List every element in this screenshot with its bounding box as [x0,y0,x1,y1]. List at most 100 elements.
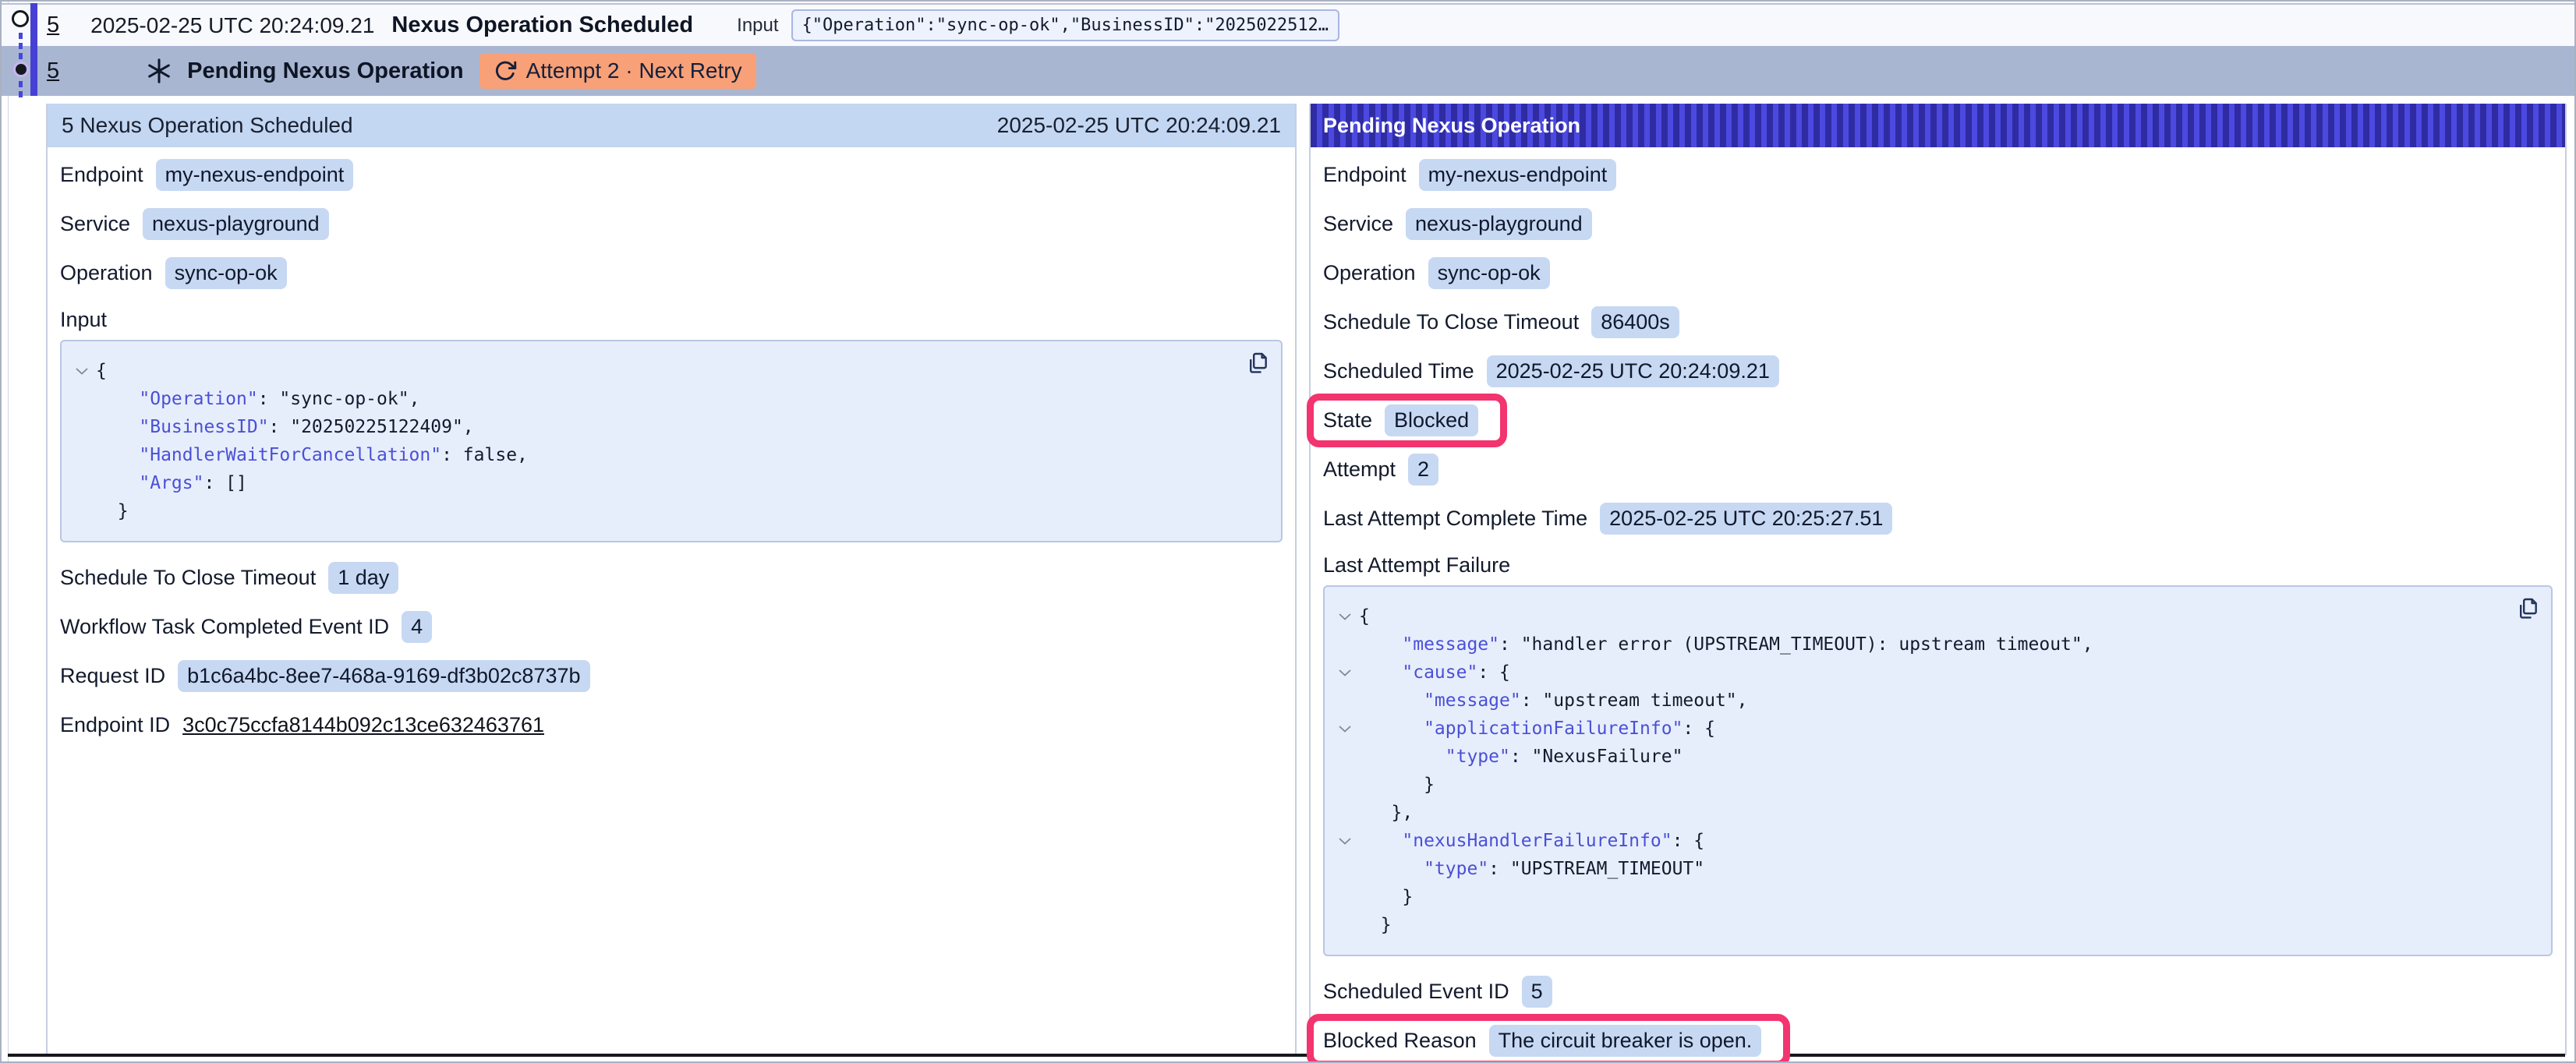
json-text: }, [1392,799,1414,827]
collapse-chevron-icon[interactable] [1331,838,1359,845]
blocked-reason-annotation-highlight: Blocked Reason The circuit breaker is op… [1307,1014,1790,1063]
field-input-label: Input [60,304,1283,335]
retry-attempt-badge: Attempt 2 · Next Retry [479,53,756,89]
collapse-chevron-icon[interactable] [68,368,96,375]
pending-nexus-operation-panel: Pending Nexus Operation Endpoint my-nexu… [1309,104,2567,1055]
field-label: Operation [1323,261,1416,285]
retry-badge-label: Attempt 2 · Next Retry [526,58,742,83]
event-detail-label: Input [737,15,778,37]
selected-event-accent-bar [30,3,37,96]
state-value-chip: Blocked [1385,404,1478,436]
json-key: "applicationFailureInfo" [1424,715,1683,743]
json-text: : "sync-op-ok", [258,385,420,413]
field-label: Endpoint [1323,163,1407,187]
json-key: "message" [1424,687,1521,715]
field-label: Attempt [1323,457,1396,482]
event-row-pending[interactable]: 5 Pending Nexus Operation Attempt 2 · Ne… [2,46,2574,96]
field-value-chip: sync-op-ok [165,257,287,289]
field-value-chip: b1c6a4bc-8ee7-468a-9169-df3b02c8737b [178,660,589,692]
field-label: Last Attempt Complete Time [1323,507,1587,531]
field-endpoint: Endpoint my-nexus-endpoint [60,157,1283,193]
field-label: Request ID [60,664,165,688]
json-text: : "NexusFailure" [1510,743,1683,771]
retry-icon [494,59,517,83]
event-input-preview-chip[interactable]: {"Operation":"sync-op-ok","BusinessID":"… [791,9,1340,41]
collapse-chevron-icon[interactable] [1331,726,1359,733]
nexus-asterisk-icon [145,57,173,85]
json-key: "type" [1424,855,1488,883]
json-key: "cause" [1402,659,1477,687]
json-text: { [1359,602,1370,630]
field-value-chip: my-nexus-endpoint [1419,159,1617,191]
field-label: Schedule To Close Timeout [60,566,316,590]
timeline-event-dot-selected[interactable] [13,62,29,77]
field-label: Last Attempt Failure [1323,553,1510,577]
field-service: Service nexus-playground [60,206,1283,242]
field-label: Scheduled Event ID [1323,980,1509,1004]
field-attempt: Attempt 2 [1323,451,2553,488]
event-timestamp: 2025-02-25 UTC 20:24:09.21 [90,13,374,38]
field-value-chip: 4 [402,611,432,643]
field-value-chip: my-nexus-endpoint [156,159,354,191]
input-json-viewer: { "Operation": "sync-op-ok", "BusinessID… [60,340,1283,542]
json-text: : "UPSTREAM_TIMEOUT" [1488,855,1704,883]
timeline-event-dot-hollow[interactable] [12,10,29,27]
field-value-chip: nexus-playground [1406,208,1592,240]
left-panel-timestamp: 2025-02-25 UTC 20:24:09.21 [997,113,1281,138]
field-label: Input [60,308,107,332]
collapse-chevron-icon[interactable] [1331,613,1359,620]
field-value-chip: 5 [1522,976,1552,1008]
json-key: "BusinessID" [139,413,268,441]
field-schedule-to-close-timeout: Schedule To Close Timeout 86400s [1323,304,2553,341]
field-scheduled-time: Scheduled Time 2025-02-25 UTC 20:24:09.2… [1323,353,2553,390]
json-key: "nexusHandlerFailureInfo" [1402,827,1672,855]
json-text: : { [1477,659,1510,687]
event-row-scheduled[interactable]: 5 2025-02-25 UTC 20:24:09.21 Nexus Opera… [2,3,2574,46]
state-annotation-highlight: State Blocked [1307,394,1507,447]
right-panel-title: Pending Nexus Operation [1323,114,1580,138]
collapse-chevron-icon[interactable] [1331,669,1359,676]
json-text: : { [1672,827,1705,855]
field-last-attempt-complete-time: Last Attempt Complete Time 2025-02-25 UT… [1323,500,2553,537]
timeline-dash [19,81,23,87]
field-state: State Blocked [1323,402,2553,439]
event-detail-panel-scheduled: 5 Nexus Operation Scheduled 2025-02-25 U… [46,104,1297,1055]
field-endpoint-id: Endpoint ID 3c0c75ccfa8144b092c13ce63246… [60,707,1283,743]
json-text: } [1424,771,1435,799]
field-value-chip: 2025-02-25 UTC 20:25:27.51 [1600,503,1892,535]
right-panel-header: Pending Nexus Operation [1311,104,2565,147]
json-text: : "handler error (UPSTREAM_TIMEOUT): ups… [1499,630,2093,659]
field-label: Workflow Task Completed Event ID [60,615,389,639]
field-value-chip: sync-op-ok [1428,257,1550,289]
event-id-link[interactable]: 5 [47,12,59,38]
json-key: "Operation" [139,385,257,413]
temporal-event-history-screen: 5 2025-02-25 UTC 20:24:09.21 Nexus Opera… [0,0,2576,1063]
event-name: Nexus Operation Scheduled [391,12,693,38]
json-text: : { [1683,715,1715,743]
timeline-dash [19,91,23,97]
endpoint-id-link[interactable]: 3c0c75ccfa8144b092c13ce632463761 [182,713,544,737]
field-request-id: Request ID b1c6a4bc-8ee7-468a-9169-df3b0… [60,658,1283,694]
json-text: : [] [203,469,246,497]
json-key: "message" [1402,630,1499,659]
field-value-chip: nexus-playground [143,208,329,240]
field-value-chip: 86400s [1591,306,1679,338]
field-label: Endpoint ID [60,713,170,737]
json-text: : false, [441,441,528,469]
field-operation: Operation sync-op-ok [60,255,1283,291]
event-id-link[interactable]: 5 [47,58,59,84]
field-last-attempt-failure-label: Last Attempt Failure [1323,549,2553,581]
field-value-chip: 2 [1408,454,1438,486]
field-operation: Operation sync-op-ok [1323,255,2553,291]
field-label: Service [60,212,130,236]
pending-event-name: Pending Nexus Operation [187,58,464,84]
field-value-chip: 2025-02-25 UTC 20:24:09.21 [1487,355,1779,387]
field-schedule-to-close-timeout: Schedule To Close Timeout 1 day [60,560,1283,596]
json-text: } [1402,883,1413,911]
copy-icon[interactable] [2515,596,2540,621]
field-value-chip: 1 day [328,562,398,594]
copy-icon[interactable] [1245,351,1270,376]
left-panel-header: 5 Nexus Operation Scheduled 2025-02-25 U… [48,104,1295,147]
timeline-dash [19,33,23,39]
json-text: } [1381,911,1392,939]
